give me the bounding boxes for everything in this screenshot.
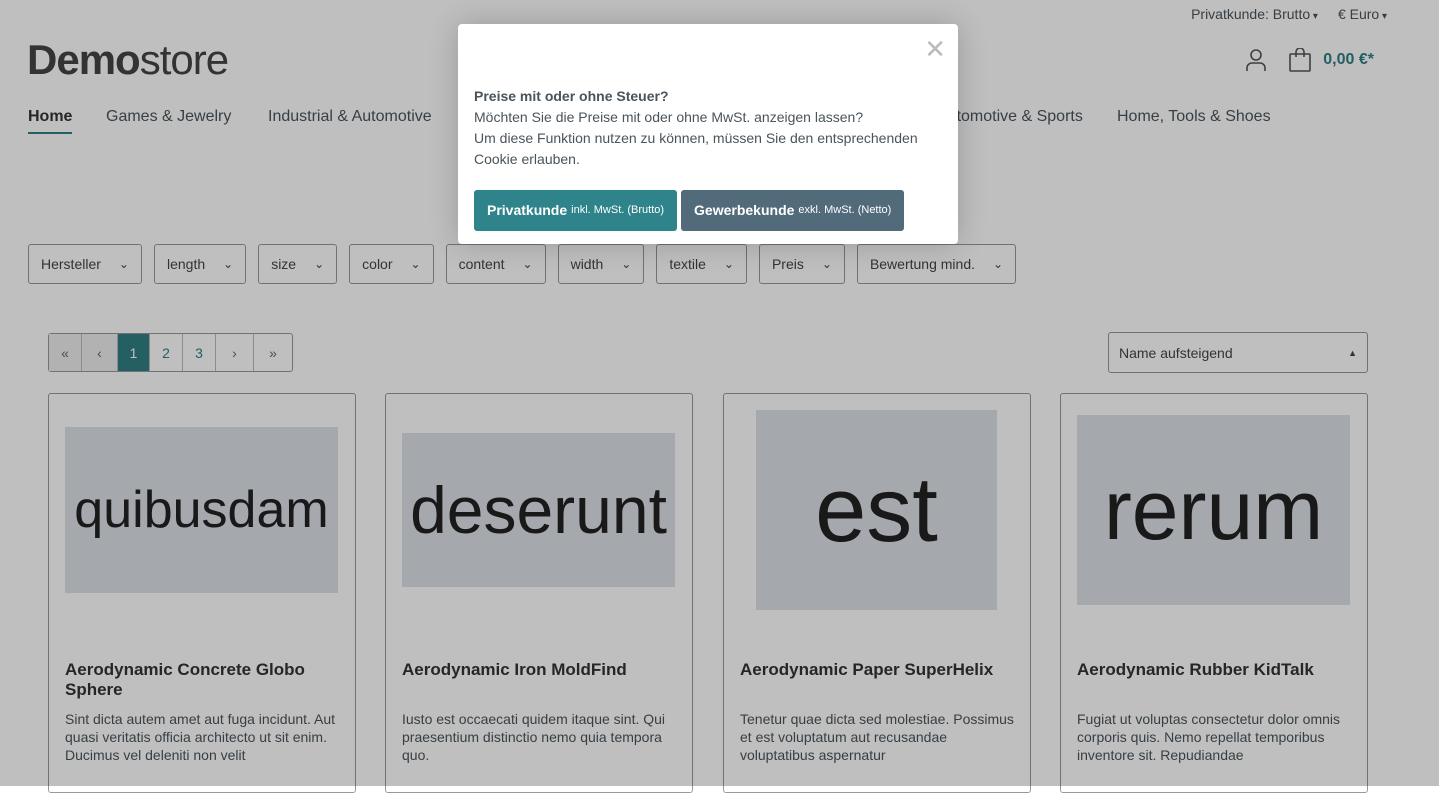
private-customer-button[interactable]: Privatkunde inkl. MwSt. (Brutto)	[474, 190, 678, 231]
close-icon[interactable]: ✕	[924, 36, 946, 62]
business-customer-button[interactable]: Gewerbekunde exkl. MwSt. (Netto)	[681, 190, 905, 231]
btn-sublabel: inkl. MwSt. (Brutto)	[571, 204, 665, 216]
btn-label: Gewerbekunde	[694, 202, 795, 218]
modal-text-1: Möchten Sie die Preise mit oder ohne MwS…	[474, 109, 864, 125]
modal-text-2: Um diese Funktion nutzen zu können, müss…	[474, 130, 918, 167]
btn-sublabel: exkl. MwSt. (Netto)	[798, 204, 892, 216]
modal-title: Preise mit oder ohne Steuer?	[474, 88, 669, 104]
btn-label: Privatkunde	[487, 202, 568, 218]
tax-modal: ✕ Preise mit oder ohne Steuer? Möchten S…	[458, 24, 958, 244]
